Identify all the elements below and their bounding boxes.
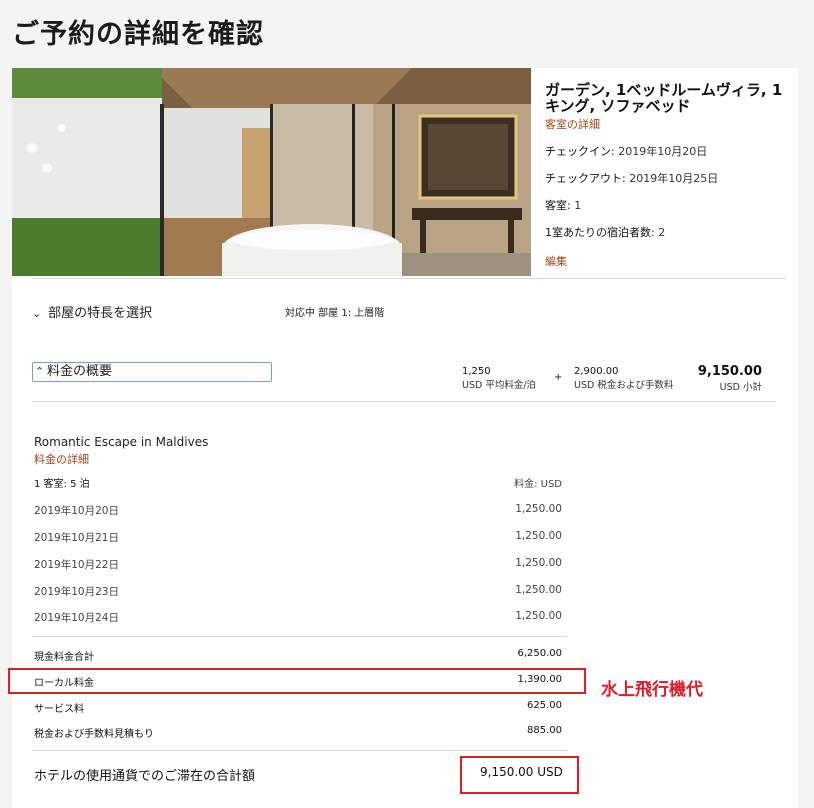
checkin-label: チェックイン:: [545, 145, 615, 158]
tax-est-label: 税金および手数料見積もり: [34, 729, 154, 740]
night-row: 2019年10月24日 1,250.00: [34, 610, 562, 625]
grand-total-highlight: [460, 756, 579, 794]
checkout-label: チェックアウト:: [545, 172, 626, 185]
avg-rate-label: USD 平均料金/泊: [462, 380, 537, 391]
page-title: ご予約の詳細を確認: [12, 19, 264, 50]
grand-total-label: ホテルの使用通貨でのご滞在の合計額: [34, 769, 256, 784]
night-row: 2019年10月22日 1,250.00: [34, 557, 562, 572]
avg-rate-value: 1,250: [462, 366, 491, 377]
night-date: 2019年10月20日: [34, 505, 119, 517]
tax-fees-label: USD 税金および手数料: [574, 380, 674, 391]
divider: [32, 278, 786, 279]
subtotal: 9,150.00 USD 小計: [672, 364, 762, 393]
night-amount: 1,250.00: [515, 610, 562, 622]
tax-fees-value: 2,900.00: [574, 366, 619, 377]
room-details-link[interactable]: 客室の詳細: [545, 116, 795, 132]
room-features-toggle[interactable]: ⌄ 部屋の特長を選択: [32, 302, 152, 321]
night-date: 2019年10月21日: [34, 532, 119, 544]
checkout-value: 2019年10月2⁠5日: [629, 172, 719, 185]
cash-total-row: 現金料金合計 6,250.00: [34, 648, 562, 663]
room-info: ガーデン, 1ベッドルームヴィラ, 1キング, ソファベッド 客室の詳細 チェッ…: [545, 82, 795, 269]
room-title: ガーデン, 1ベッドルームヴィラ, 1キング, ソファベッド: [545, 81, 783, 115]
room-features-status: 対応中 部屋 1: 上層階: [285, 308, 385, 319]
checkin-value: 2019年10月2⁠0日: [618, 145, 708, 158]
chevron-up-icon: ⌃: [35, 365, 45, 378]
chevron-down-icon: ⌄: [32, 307, 42, 320]
checkout-row: チェックアウト: 2019年10月2⁠5日: [545, 170, 795, 186]
night-row: 2019年10月21日 1,250.00: [34, 530, 562, 545]
tax-est-amount: 885.00: [527, 725, 562, 736]
tax-est-row: 税金および手数料見積もり 885.00: [34, 725, 562, 740]
guests-label: 1室あたりの宿泊者数:: [545, 226, 655, 239]
service-row: サービス料 625.00: [34, 700, 562, 715]
local-fee-highlight: [8, 668, 586, 694]
rooms-nights: 1 客室: 5 泊: [34, 479, 90, 490]
tax-fees: 2,900.00 USD 税金および手数料: [574, 366, 673, 391]
rate-summary-label: 料金の概要: [47, 364, 113, 379]
package-name: Romantic Escape in Maldives: [34, 435, 209, 449]
rooms-label: 客室:: [545, 199, 571, 212]
service-amount: 625.00: [527, 700, 562, 711]
night-amount: 1,250.00: [515, 530, 562, 542]
cash-total-label: 現金料金合計: [34, 652, 94, 663]
rooms-row: 客室: 1: [545, 197, 795, 213]
guests-row: 1室あたりの宿泊者数: 2: [545, 224, 795, 240]
checkin-row: チェックイン: 2019年10月2⁠0日: [545, 143, 795, 159]
rooms-nights-row: 1 客室: 5 泊 料金: USD: [34, 475, 562, 490]
divider: [32, 636, 567, 637]
night-date: 2019年10月22日: [34, 559, 119, 571]
night-amount: 1,250.00: [515, 557, 562, 569]
rate-details-link[interactable]: 料金の詳細: [34, 451, 89, 467]
night-amount: 1,250.00: [515, 584, 562, 596]
subtotal-value: 9,150.00: [697, 364, 762, 379]
night-date: 2019年10月23日: [34, 586, 119, 598]
night-row: 2019年10月20日 1,250.00: [34, 503, 562, 518]
annotation-text: 水上飛行機代: [601, 680, 703, 700]
service-label: サービス料: [34, 704, 84, 715]
currency-header: 料金: USD: [514, 479, 562, 490]
plus-sign: +: [554, 372, 563, 383]
night-row: 2019年10月23日 1,250.00: [34, 584, 562, 599]
divider: [32, 750, 567, 751]
avg-rate: 1,250 USD 平均料金/泊: [462, 366, 536, 391]
night-amount: 1,250.00: [515, 503, 562, 515]
subtotal-label: USD 小計: [719, 382, 762, 393]
edit-link[interactable]: 編集: [545, 253, 795, 269]
guests-value: 2: [658, 226, 666, 239]
room-photo: [12, 68, 531, 276]
night-date: 2019年10月24日: [34, 612, 119, 624]
cash-total-amount: 6,250.00: [517, 648, 562, 659]
divider: [32, 401, 776, 402]
rooms-value: 1: [574, 199, 582, 212]
room-features-label: 部屋の特長を選択: [48, 306, 153, 321]
rate-summary-toggle[interactable]: ⌃ 料金の概要: [32, 362, 272, 382]
